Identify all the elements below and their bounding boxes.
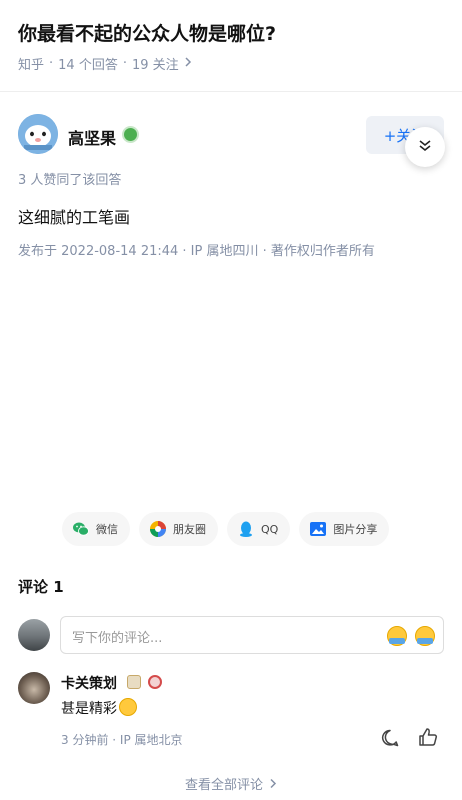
share-image-button[interactable]: 图片分享 <box>299 512 390 546</box>
chevron-right-icon <box>269 778 277 793</box>
author-name[interactable]: 高坚果 <box>68 125 116 149</box>
commenter-name[interactable]: 卡关策划 <box>61 673 117 693</box>
comment-input[interactable]: 写下你的评论... <box>60 616 444 654</box>
comment-input-placeholder: 写下你的评论... <box>72 631 163 646</box>
meta-separator: · <box>122 56 127 71</box>
author-avatar[interactable] <box>18 114 58 154</box>
qq-icon <box>237 520 255 538</box>
answer-count: 14 个回答 <box>58 58 118 73</box>
share-wechat-button[interactable]: 微信 <box>62 512 130 546</box>
comment-ip: IP 属地北京 <box>119 733 183 747</box>
share-moments-button[interactable]: 朋友圈 <box>139 512 218 546</box>
share-qq-button[interactable]: QQ <box>227 512 291 546</box>
commenter-avatar[interactable] <box>18 672 50 704</box>
share-row: 微信 朋友圈 QQ 图片分享 <box>62 512 390 546</box>
view-all-comments-link[interactable]: 查看全部评论 <box>0 774 462 793</box>
creator-badge-icon <box>148 675 162 689</box>
comment-meta: 3 分钟前 · IP 属地北京 <box>61 731 183 748</box>
meta-separator: · <box>49 56 54 71</box>
comment-text: 甚是精彩 <box>61 698 137 718</box>
upvote-count: 3 人赞同了该回答 <box>18 173 122 188</box>
chevron-right-icon <box>183 56 193 72</box>
reply-icon[interactable] <box>380 728 400 748</box>
share-moments-label: 朋友圈 <box>173 523 206 536</box>
like-icon[interactable] <box>418 727 438 747</box>
question-meta[interactable]: 知乎 · 14 个回答 · 19 关注 <box>18 54 193 73</box>
image-share-icon <box>309 520 327 538</box>
question-title[interactable]: 你最看不起的公众人物是哪位? <box>18 19 276 46</box>
comment-text-content: 甚是精彩 <box>61 701 117 717</box>
share-wechat-label: 微信 <box>96 523 118 536</box>
share-qq-label: QQ <box>261 522 279 536</box>
smile-emoji-icon <box>119 698 137 716</box>
moments-icon <box>149 520 167 538</box>
source-label: 知乎 <box>18 58 45 73</box>
question-header: 你最看不起的公众人物是哪位? 知乎 · 14 个回答 · 19 关注 <box>0 0 462 92</box>
comment-time: 3 分钟前 <box>61 733 109 747</box>
level-badge-icon <box>127 675 141 689</box>
publish-info: 发布于 2022-08-14 21:44 · IP 属地四川 · 著作权归作者所… <box>18 244 375 259</box>
share-image-label: 图片分享 <box>333 523 378 536</box>
comment-item: 卡关策划 甚是精彩 3 分钟前 · IP 属地北京 <box>18 672 444 752</box>
collapse-button[interactable] <box>405 127 445 167</box>
comments-title: 评论 1 <box>18 578 64 596</box>
author-row: 高坚果 +关注 <box>18 114 444 156</box>
follower-count: 19 关注 <box>131 58 179 73</box>
wechat-icon <box>72 520 90 538</box>
double-chevron-down-icon <box>418 138 432 157</box>
view-all-label: 查看全部评论 <box>184 778 263 793</box>
sticker-icon[interactable] <box>415 626 435 646</box>
answer-content: 这细腻的工笔画 <box>18 208 131 227</box>
my-avatar <box>18 619 50 651</box>
meta-separator: · <box>112 733 120 747</box>
verified-icon <box>122 126 139 143</box>
sticker-icon[interactable] <box>387 626 407 646</box>
